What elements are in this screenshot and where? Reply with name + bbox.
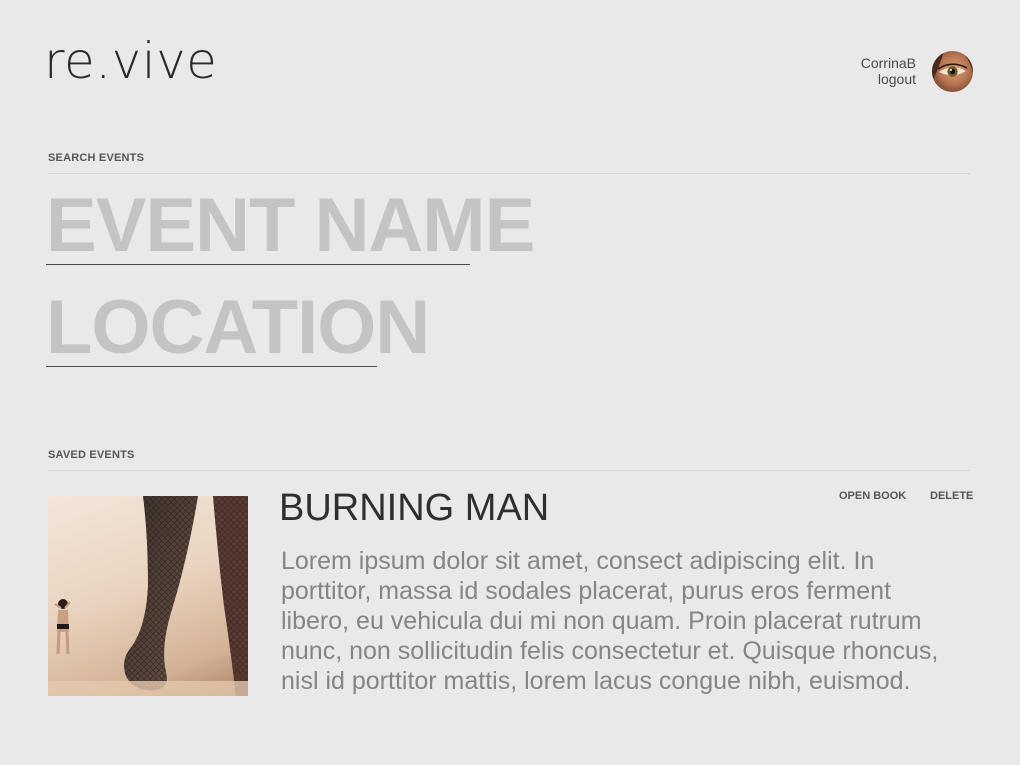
location-input[interactable]: LOCATION	[46, 290, 430, 367]
search-events-label: SEARCH EVENTS	[48, 152, 145, 164]
saved-events-label: SAVED EVENTS	[48, 449, 135, 461]
username: CorrinaB	[860, 55, 916, 71]
event-photo	[48, 496, 248, 696]
app-logo[interactable]: re.vive	[44, 36, 217, 86]
saved-divider	[48, 470, 970, 471]
search-divider	[48, 173, 970, 174]
open-book-button[interactable]: OPEN BOOK	[839, 490, 906, 502]
user-menu: CorrinaB logout	[861, 55, 916, 87]
avatar[interactable]	[932, 51, 973, 92]
event-image[interactable]	[48, 496, 248, 696]
event-description: Lorem ipsum dolor sit amet, consect adip…	[281, 547, 939, 695]
logout-link[interactable]: logout	[861, 71, 916, 87]
event-name-input[interactable]: EVENT NAME	[46, 188, 535, 265]
delete-button[interactable]: DELETE	[930, 490, 973, 502]
event-title[interactable]: BURNING MAN	[279, 488, 549, 529]
eye-avatar-image	[932, 51, 973, 81]
